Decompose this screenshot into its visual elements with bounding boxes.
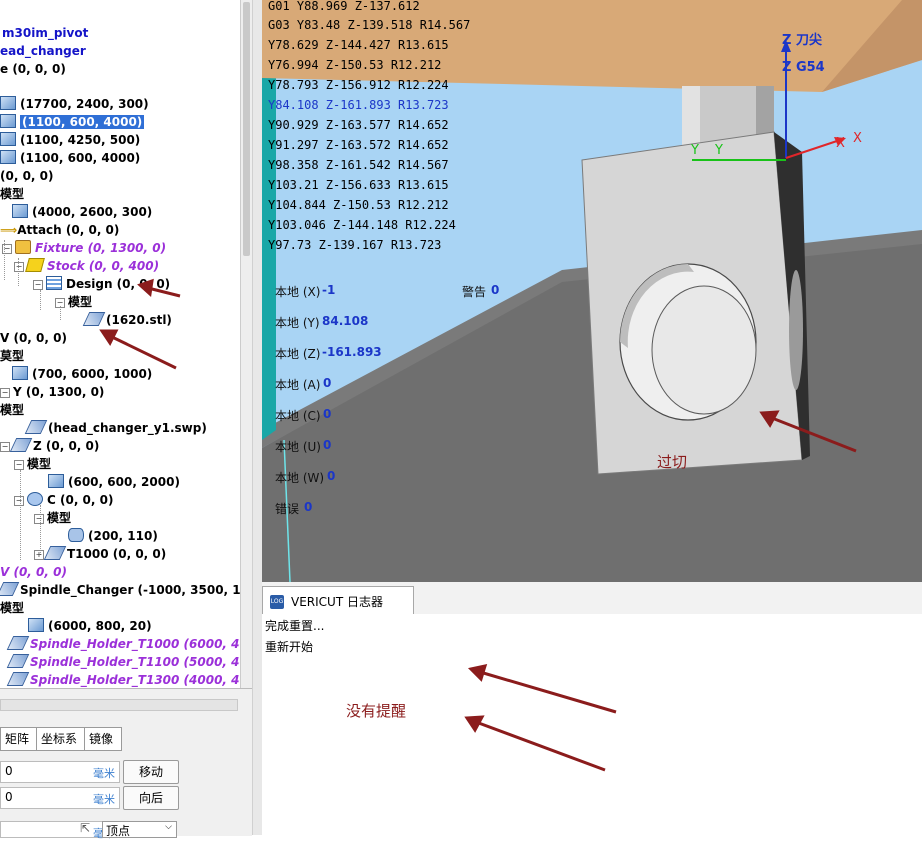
tab-csys[interactable]: 坐标系 [36, 727, 88, 751]
move-button[interactable]: 移动 [123, 760, 179, 784]
back-button[interactable]: 向后 [123, 786, 179, 810]
pick-cursor-icon[interactable]: ⇱ [80, 821, 90, 835]
logger-icon: LOG [270, 595, 284, 609]
no-warning-arrows [464, 663, 617, 772]
project-tree[interactable]: m30im_pivot ead_changer e (0, 0, 0) (177… [0, 0, 240, 688]
chevron-down-icon: ⌵ [165, 822, 172, 832]
tree-annotation-arrows [99, 278, 181, 370]
snap-select[interactable]: 顶点 ⌵ [102, 821, 177, 838]
gouge-arrow [759, 410, 857, 453]
offset-field-1[interactable]: 0 毫米 [0, 761, 120, 783]
offset-field-2[interactable]: 0 毫米 [0, 787, 120, 809]
log-tabbar: LOG VERICUT 日志器 [262, 582, 922, 615]
tab-mirror[interactable]: 镜像 [84, 727, 122, 751]
graphics-viewport[interactable]: G01 Y88.969 Z-137.612 G03 Y83.48 Z-139.5… [262, 0, 922, 582]
properties-panel: 矩阵 坐标系 镜像 0毫米 移动 0毫米 向后 毫米 ⇱ 顶点⌵ [0, 688, 252, 840]
props-scrollbar[interactable] [0, 699, 238, 711]
tab-vericut-logger[interactable]: LOG VERICUT 日志器 [262, 586, 414, 615]
logger-tab-title: VERICUT 日志器 [291, 595, 383, 609]
tree-scroll-thumb[interactable] [243, 2, 250, 256]
tab-matrix[interactable]: 矩阵 [0, 727, 38, 751]
log-output[interactable]: 完成重置... 重新开始 没有提醒 [262, 614, 922, 835]
